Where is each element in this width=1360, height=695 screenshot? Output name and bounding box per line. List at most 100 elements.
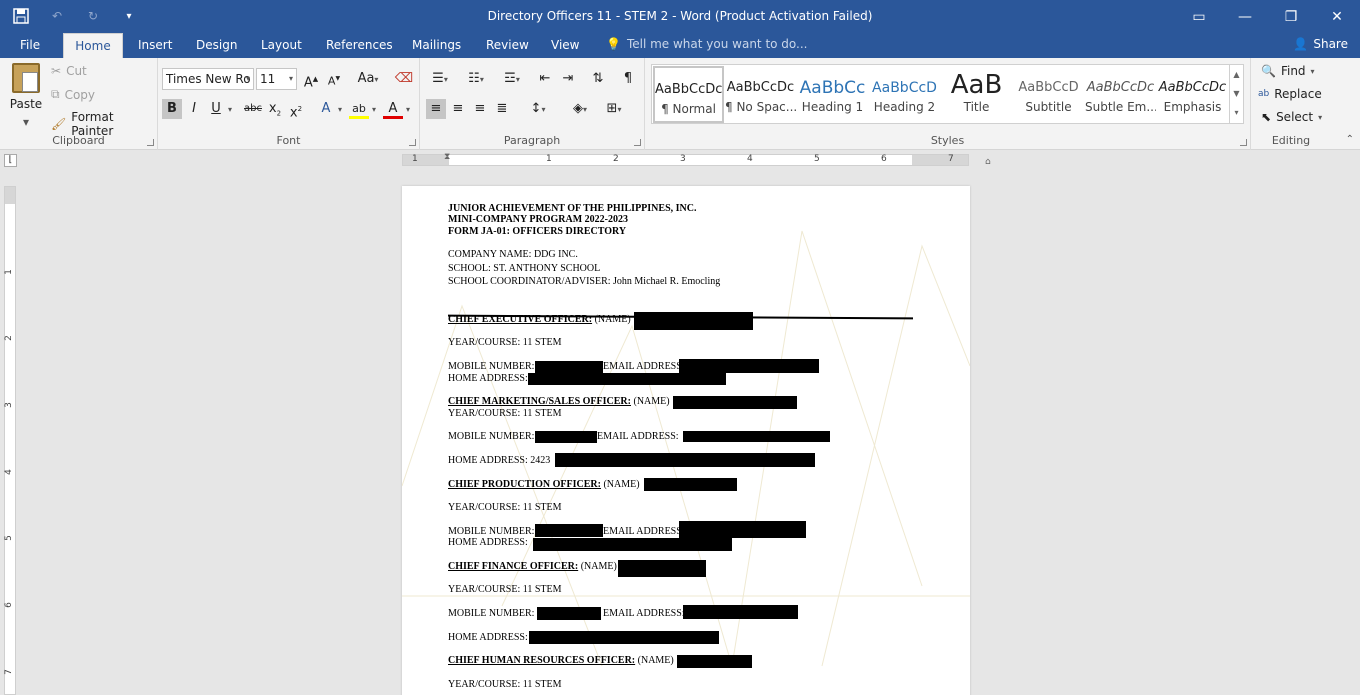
styles-scroll[interactable]: ▲ ▼ ▾ xyxy=(1229,65,1243,123)
tab-file[interactable]: File xyxy=(14,33,46,58)
style-subtitle-sample: AaBbCcD xyxy=(1018,80,1079,95)
styles-more-icon[interactable]: ▾ xyxy=(1230,103,1243,122)
styles-scroll-down-icon[interactable]: ▼ xyxy=(1230,84,1243,103)
tab-references[interactable]: References xyxy=(320,33,399,58)
tab-insert[interactable]: Insert xyxy=(132,33,178,58)
ruler-num: 2 xyxy=(613,154,619,164)
find-button[interactable]: 🔍 Find ▾ xyxy=(1261,64,1315,78)
ceo-home: HOME ADDRESS: xyxy=(448,373,528,384)
vertical-ruler[interactable]: 1 2 3 4 5 6 7 xyxy=(4,186,16,695)
select-button[interactable]: ⬉ Select ▾ xyxy=(1261,110,1322,124)
doc-company: COMPANY NAME: DDG INC. xyxy=(448,249,578,260)
ceo-name-placeholder: (NAME) xyxy=(592,314,631,325)
change-case-icon[interactable]: Aa▾ xyxy=(354,69,382,89)
font-launcher-icon[interactable] xyxy=(409,139,416,146)
clear-formatting-icon[interactable]: ⌫ xyxy=(394,69,414,89)
numbering-icon[interactable]: ☷▾ xyxy=(462,69,490,89)
cpo-year: YEAR/COURSE: 11 STEM xyxy=(448,502,562,513)
paragraph-launcher-icon[interactable] xyxy=(634,139,641,146)
tab-review[interactable]: Review xyxy=(480,33,535,58)
redacted-block xyxy=(535,361,603,373)
tab-design[interactable]: Design xyxy=(190,33,243,58)
tab-home[interactable]: Home xyxy=(63,33,123,58)
indent-marker-icon[interactable]: ⧗ xyxy=(444,152,450,162)
strikethrough-icon[interactable]: abc xyxy=(241,99,265,119)
cpo-name-placeholder: (NAME) xyxy=(600,479,640,490)
replace-label: Replace xyxy=(1274,87,1322,101)
cmo-email: EMAIL ADDRESS: xyxy=(597,431,679,442)
styles-scroll-up-icon[interactable]: ▲ xyxy=(1230,65,1243,84)
increase-indent-icon[interactable]: ⇥ xyxy=(558,69,578,89)
underline-dropdown-icon[interactable]: ▾ xyxy=(225,99,235,119)
styles-launcher-icon[interactable] xyxy=(1240,139,1247,146)
redacted-block xyxy=(683,605,798,619)
borders-icon[interactable]: ⊞▾ xyxy=(600,99,628,119)
share-button[interactable]: 👤 Share xyxy=(1293,37,1348,51)
text-effects-dropdown-icon[interactable]: ▾ xyxy=(335,99,345,119)
close-icon[interactable]: ✕ xyxy=(1314,0,1360,33)
underline-icon[interactable]: U xyxy=(206,99,226,119)
style-normal[interactable]: AaBbCcDc ¶ Normal xyxy=(653,66,724,123)
tab-selector-icon[interactable]: ⌊ xyxy=(4,154,17,167)
highlight-dropdown-icon[interactable]: ▾ xyxy=(369,99,379,119)
share-label: Share xyxy=(1313,37,1348,51)
collapse-ribbon-icon[interactable]: ⌃ xyxy=(1346,134,1354,145)
restore-icon[interactable]: ❐ xyxy=(1268,0,1314,33)
highlight-icon[interactable]: ab xyxy=(349,99,369,119)
doc-header-2: MINI-COMPANY PROGRAM 2022-2023 xyxy=(448,214,628,225)
align-center-icon[interactable]: ≡ xyxy=(448,99,468,119)
style-emphasis[interactable]: AaBbCcDc Emphasis xyxy=(1157,66,1228,123)
font-size-box[interactable]: 11 ▾ xyxy=(256,68,297,90)
paste-button[interactable]: Paste ▾ xyxy=(8,63,44,129)
clipboard-launcher-icon[interactable] xyxy=(147,139,154,146)
superscript-icon[interactable]: x2 xyxy=(286,99,306,120)
chro-name-placeholder: (NAME) xyxy=(635,655,674,666)
style-heading-2[interactable]: AaBbCcD Heading 2 xyxy=(869,66,940,123)
replace-button[interactable]: ab Replace xyxy=(1258,87,1322,101)
cut-button[interactable]: ✂ Cut xyxy=(51,64,87,78)
tell-me-box[interactable]: 💡 Tell me what you want to do... xyxy=(606,37,808,51)
horizontal-ruler[interactable]: 1 1 2 3 4 5 6 7 ⧗ xyxy=(402,152,969,166)
font-name-box[interactable]: Times New Ro ▾ xyxy=(162,68,254,90)
tab-mailings[interactable]: Mailings xyxy=(406,33,467,58)
text-effects-icon[interactable]: A xyxy=(316,99,336,119)
shading-icon[interactable]: ◈▾ xyxy=(566,99,594,119)
align-left-icon[interactable]: ≡ xyxy=(426,99,446,119)
style-heading-1-sample: AaBbCc xyxy=(799,78,866,98)
justify-icon[interactable]: ≣ xyxy=(492,99,512,119)
bullets-icon[interactable]: ☰▾ xyxy=(426,69,454,89)
minimize-icon[interactable]: — xyxy=(1222,0,1268,33)
show-formatting-marks-icon[interactable]: ¶ xyxy=(618,69,638,89)
font-color-icon[interactable]: A xyxy=(383,99,403,119)
ribbon-display-options-icon[interactable]: ▭ xyxy=(1176,0,1222,33)
decrease-indent-icon[interactable]: ⇤ xyxy=(535,69,555,89)
subscript-icon[interactable]: x2 xyxy=(265,99,285,119)
tab-view[interactable]: View xyxy=(545,33,585,58)
document-page[interactable]: JUNIOR ACHIEVEMENT OF THE PHILIPPINES, I… xyxy=(402,186,970,695)
line-spacing-icon[interactable]: ↕▾ xyxy=(524,99,552,119)
cfo-home: HOME ADDRESS: xyxy=(448,632,528,643)
multilevel-list-icon[interactable]: ☲▾ xyxy=(498,69,526,89)
style-heading-1[interactable]: AaBbCc Heading 1 xyxy=(797,66,868,123)
style-no-spacing[interactable]: AaBbCcDc ¶ No Spac... xyxy=(725,66,796,123)
ruler-marker-icon[interactable]: ⌂ xyxy=(985,157,991,167)
tab-layout[interactable]: Layout xyxy=(255,33,308,58)
cpo-home: HOME ADDRESS: xyxy=(448,537,528,548)
bold-icon[interactable]: B xyxy=(162,99,182,119)
align-right-icon[interactable]: ≡ xyxy=(470,99,490,119)
sort-icon[interactable]: ⇅ xyxy=(588,69,608,89)
grow-font-icon[interactable]: A▲ xyxy=(301,69,321,90)
ruler-num: 3 xyxy=(680,154,686,164)
cmo-line: CHIEF MARKETING/SALES OFFICER: (NAME) xyxy=(448,396,670,408)
italic-icon[interactable]: I xyxy=(184,99,204,119)
style-emphasis-sample: AaBbCcDc xyxy=(1158,80,1227,95)
font-color-dropdown-icon[interactable]: ▾ xyxy=(403,99,413,119)
tell-me-text: Tell me what you want to do... xyxy=(626,37,808,51)
style-title[interactable]: AaB Title xyxy=(941,66,1012,123)
style-subtle-emphasis[interactable]: AaBbCcDc Subtle Em... xyxy=(1085,66,1156,123)
chro-line: CHIEF HUMAN RESOURCES OFFICER: (NAME) xyxy=(448,655,674,667)
ruler-num: 2 xyxy=(3,335,14,341)
copy-button[interactable]: ⧉ Copy xyxy=(51,87,95,102)
shrink-font-icon[interactable]: A▼ xyxy=(324,69,344,89)
style-subtitle[interactable]: AaBbCcD Subtitle xyxy=(1013,66,1084,123)
